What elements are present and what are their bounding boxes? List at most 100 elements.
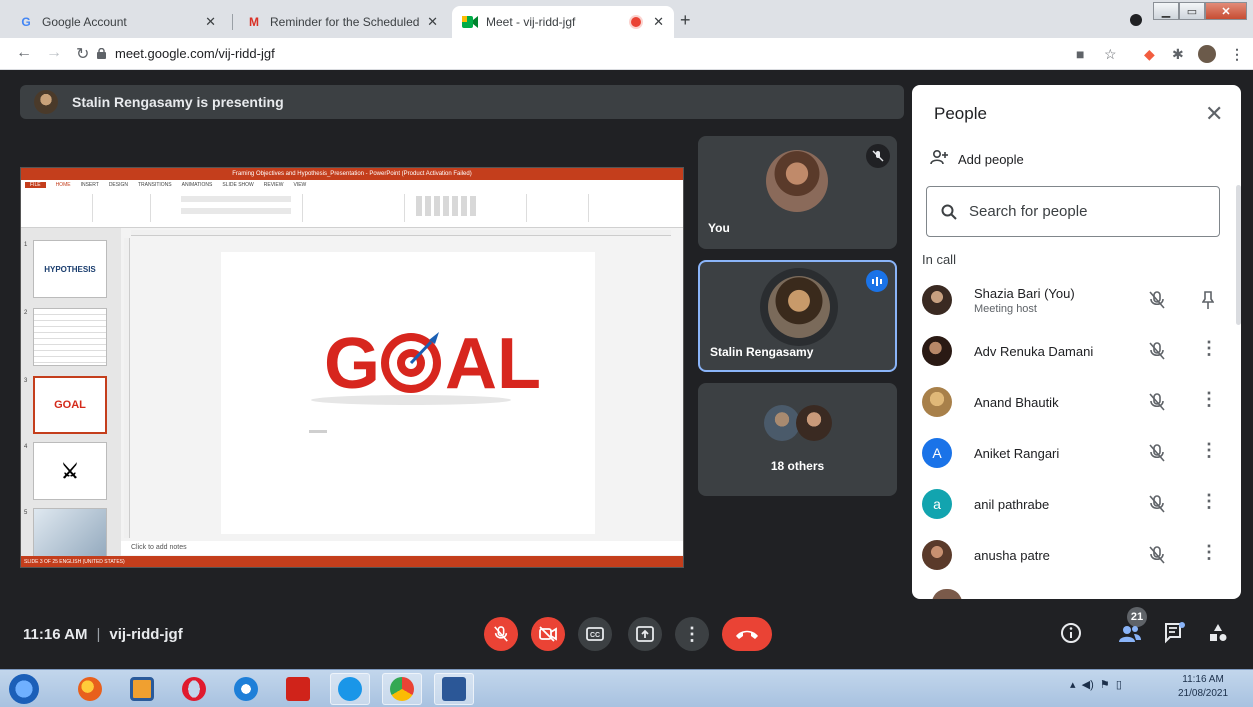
more-options-icon[interactable]: ⋮ [1200,389,1218,410]
you-avatar [766,150,828,212]
present-icon [636,626,654,642]
volume-icon[interactable]: ◀) [1082,679,1094,691]
search-input[interactable] [969,203,1199,220]
list-item[interactable]: A Aniket Rangari ⋮ [922,428,1227,478]
ppt-menu-home: HOME [55,182,71,188]
chrome-icon [390,677,414,701]
taskbar-chrome[interactable] [382,673,422,705]
url-field[interactable]: meet.google.com/vij-ridd-jgf [115,46,275,61]
puzzle-icon[interactable]: ✱ [1172,46,1184,63]
list-item[interactable]: Adv Renuka Damani ⋮ [922,326,1227,376]
ppt-menu-transitions: TRANSITIONS [137,182,172,188]
close-tab-icon[interactable]: ✕ [427,14,438,30]
windows-start-icon [9,674,39,704]
present-now-button[interactable] [628,617,662,651]
ppt-window-title: Framing Objectives and Hypothesis_Presen… [21,168,683,180]
taskbar-ie[interactable] [226,673,266,705]
new-tab-button[interactable]: + [680,10,691,31]
system-tray: ▴ ◀) ⚑ ▯ [1070,678,1122,691]
taskbar-clock[interactable]: 11:16 AM 21/08/2021 [1178,673,1228,701]
mic-toggle-button[interactable] [484,617,518,651]
more-options-icon[interactable]: ⋮ [1200,491,1218,512]
muted-mic-icon[interactable] [1148,341,1166,361]
ppt-status-bar: SLIDE 3 OF 25 ENGLISH (UNITED STATES) [21,556,683,567]
camera-off-icon [539,626,557,642]
participant-avatar [922,285,952,315]
tile-others[interactable]: 18 others [698,383,897,496]
tab-gmail-reminder[interactable]: M Reminder for the Scheduled Lect ✕ [236,6,448,38]
in-call-heading: In call [922,252,956,267]
close-tab-icon[interactable]: ✕ [205,14,216,30]
camera-icon[interactable]: ■ [1076,46,1084,62]
ppt-menu-design: DESIGN [108,182,128,188]
battery-icon[interactable]: ▯ [1116,679,1122,691]
presenting-banner: Stalin Rengasamy is presenting [20,85,904,119]
list-item[interactable]: a anil pathrabe ⋮ [922,479,1227,529]
list-item[interactable]: Shazia Bari (You) Meeting host [922,275,1227,325]
extension-icon[interactable]: ◆ [1144,46,1155,63]
tab-title: Reminder for the Scheduled Lect [270,15,421,29]
close-window-button[interactable]: ✕ [1205,2,1247,20]
muted-mic-icon[interactable] [1148,545,1166,565]
list-item[interactable]: Anand Bhautik ⋮ [922,377,1227,427]
leave-call-button[interactable] [722,617,772,651]
list-item[interactable]: anusha patre ⋮ [922,530,1227,580]
profile-avatar[interactable] [1198,45,1216,63]
taskbar-opera[interactable] [174,673,214,705]
add-people-button[interactable]: Add people [930,149,1024,169]
people-panel: People ✕ Add people In call Shazia Bari … [912,85,1241,599]
slide-thumb-3: GOAL [33,376,107,434]
people-search[interactable] [926,186,1220,237]
start-button[interactable] [4,673,44,705]
camera-toggle-button[interactable] [531,617,565,651]
muted-mic-icon [866,144,890,168]
meeting-code: vij-ridd-jgf [109,626,183,643]
close-tab-icon[interactable]: ✕ [653,14,664,30]
tile-stalin-rengasamy[interactable]: Stalin Rengasamy [698,260,897,372]
slide-thumb-1: HYPOTHESIS [33,240,107,298]
tray-arrow-icon[interactable]: ▴ [1070,679,1076,691]
people-icon [1119,626,1141,642]
tab-google-account[interactable]: G Google Account ✕ [8,6,226,38]
back-icon[interactable]: ← [16,44,32,62]
taskbar-firefox[interactable] [70,673,110,705]
forward-icon[interactable]: → [46,44,62,62]
taskbar-skype[interactable] [330,673,370,705]
taskbar-word[interactable] [434,673,474,705]
people-button[interactable] [1118,622,1142,649]
muted-mic-icon[interactable] [1148,290,1166,310]
tab-meet[interactable]: Meet - vij-ridd-jgf ✕ [452,6,674,38]
minimize-button[interactable]: ▁ [1153,2,1179,20]
more-options-icon[interactable]: ⋮ [1200,440,1218,461]
muted-mic-icon[interactable] [1148,443,1166,463]
ppt-notes: Click to add notes [121,541,683,555]
flag-icon[interactable]: ⚑ [1100,679,1110,691]
reload-icon[interactable]: ↻ [76,44,89,64]
gmail-favicon-icon: M [249,15,259,29]
taskbar-media[interactable] [122,673,162,705]
stalin-avatar [768,276,830,338]
meeting-details-button[interactable] [1060,622,1082,649]
people-scrollbar[interactable] [1236,185,1241,325]
chat-button[interactable] [1164,622,1186,649]
taskbar-acrobat[interactable] [278,673,318,705]
more-options-icon[interactable]: ⋮ [1200,338,1218,359]
clock-date: 21/08/2021 [1178,688,1229,699]
add-person-icon [930,149,958,169]
menu-icon[interactable]: ⋮ [1230,46,1244,63]
participant-avatar: a [922,489,952,519]
pin-icon[interactable] [1202,290,1214,310]
tile-you-label: You [708,221,730,235]
tile-you[interactable]: You [698,136,897,249]
captions-button[interactable]: CC [578,617,612,651]
more-options-button[interactable]: ⋮ [675,617,709,651]
star-icon[interactable]: ☆ [1104,46,1117,63]
more-options-icon[interactable]: ⋮ [1200,542,1218,563]
svg-text:G: G [324,324,380,404]
close-panel-icon[interactable]: ✕ [1205,101,1223,127]
activities-button[interactable] [1207,622,1229,649]
recording-icon [631,17,642,27]
muted-mic-icon[interactable] [1148,494,1166,514]
maximize-button[interactable]: ▭ [1179,2,1205,20]
muted-mic-icon[interactable] [1148,392,1166,412]
